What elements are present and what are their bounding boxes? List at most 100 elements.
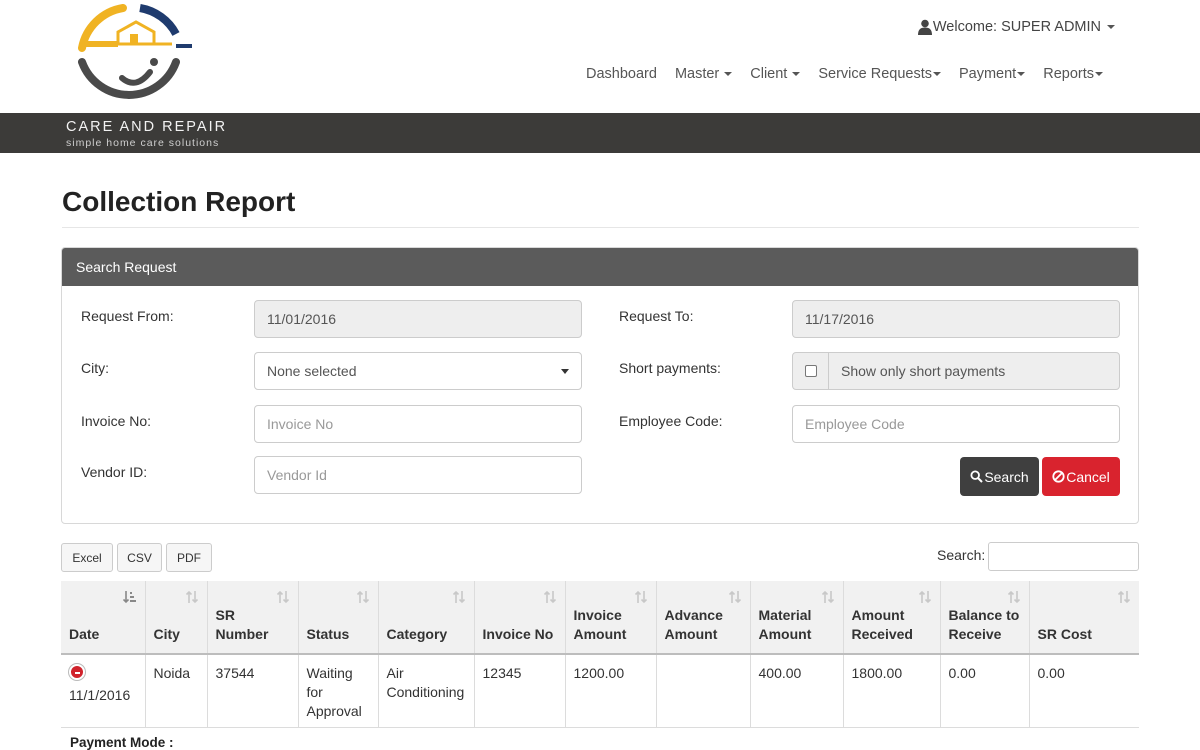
chevron-down-icon (1017, 72, 1026, 76)
company-logo[interactable] (64, 0, 244, 113)
col-label: SR Number (215, 607, 269, 642)
cell-sr-cost: 0.00 (1029, 654, 1139, 728)
chevron-down-icon (792, 72, 801, 76)
col-label: SR Cost (1037, 626, 1092, 642)
col-label: Amount Received (851, 607, 913, 642)
table-search-input[interactable] (988, 542, 1139, 571)
col-header-sr-cost[interactable]: SR Cost (1029, 581, 1139, 655)
request-from-label: Request From: (81, 308, 174, 324)
search-button-label: Search (984, 468, 1029, 485)
col-header-status[interactable]: Status (298, 581, 379, 655)
col-header-balance-to-receive[interactable]: Balance to Receive (940, 581, 1030, 655)
search-icon (970, 470, 984, 483)
pdf-export-button[interactable]: PDF (166, 543, 212, 572)
col-header-category[interactable]: Category (378, 581, 475, 655)
city-label: City: (81, 360, 109, 376)
employee-code-placeholder: Employee Code (805, 416, 905, 432)
cell-invoice-no: 12345 (474, 654, 566, 728)
city-select[interactable]: None selected (254, 352, 582, 390)
csv-export-button[interactable]: CSV (117, 543, 162, 572)
nav-label: Service Requests (818, 66, 932, 82)
nav-service-requests[interactable]: Service Requests (809, 66, 950, 82)
invoice-no-label: Invoice No: (81, 413, 152, 429)
search-panel: Search Request Request From: 11/01/2016 … (61, 247, 1139, 524)
short-payments-checkbox[interactable] (804, 365, 817, 377)
request-to-value: 11/17/2016 (805, 311, 875, 327)
request-to-field[interactable]: 11/17/2016 (792, 300, 1120, 338)
sort-icon (452, 590, 465, 604)
nav-payment[interactable]: Payment (950, 66, 1034, 82)
chevron-down-icon (932, 72, 941, 76)
welcome-text: Welcome: SUPER ADMIN (932, 19, 1101, 35)
chevron-down-icon (1095, 72, 1103, 76)
nav-reports[interactable]: Reports (1034, 66, 1112, 82)
payment-mode-label: Payment Mode : (70, 735, 174, 750)
chevron-down-icon (561, 369, 569, 374)
sort-icon (185, 590, 198, 604)
employee-code-input[interactable]: Employee Code (792, 405, 1120, 443)
cell-status: Waiting for Approval (298, 654, 379, 728)
cell-city: Noida (145, 654, 208, 728)
sort-icon (1117, 590, 1131, 604)
collapse-row-icon[interactable] (69, 664, 85, 680)
col-header-material-amount[interactable]: Material Amount (750, 581, 844, 655)
chevron-down-icon (724, 72, 733, 76)
col-label: Date (69, 626, 100, 642)
chevron-down-icon (1107, 25, 1115, 29)
employee-code-label: Employee Code: (619, 413, 723, 429)
cell-sr-number: 37544 (207, 654, 299, 728)
vendor-id-label: Vendor ID: (81, 464, 148, 480)
vendor-id-placeholder: Vendor Id (267, 467, 327, 483)
cell-amount-received: 1800.00 (843, 654, 941, 728)
sort-icon (356, 590, 369, 604)
user-menu[interactable]: Welcome: SUPER ADMIN (917, 19, 1115, 35)
invoice-no-input[interactable]: Invoice No (254, 405, 582, 443)
panel-heading: Search Request (62, 248, 1138, 286)
col-header-advance-amount[interactable]: Advance Amount (656, 581, 751, 655)
nav-client[interactable]: Client (741, 66, 809, 82)
col-label: Balance to Receive (948, 607, 1020, 642)
brand-title: CARE AND REPAIR (66, 119, 228, 135)
sort-icon (276, 590, 289, 604)
cell-invoice-amount: 1200.00 (565, 654, 657, 728)
nav-label: Reports (1043, 66, 1094, 82)
col-header-invoice-no[interactable]: Invoice No (474, 581, 566, 655)
main-nav: Dashboard Master Client Service Requests… (577, 66, 1112, 82)
sort-icon (821, 590, 834, 604)
sort-icon (918, 590, 931, 604)
col-label: Invoice No (482, 626, 554, 642)
divider (62, 227, 1139, 228)
nav-master[interactable]: Master (666, 66, 741, 82)
table-search-label: Search: (937, 547, 986, 563)
cell-text: 11/1/2016 (69, 687, 131, 703)
page-title: Collection Report (62, 186, 296, 217)
request-from-field[interactable]: 11/01/2016 (254, 300, 582, 338)
col-header-date[interactable]: Date (61, 581, 146, 655)
city-select-value: None selected (267, 363, 357, 379)
request-from-value: 11/01/2016 (267, 311, 337, 327)
nav-label: Master (674, 66, 720, 82)
nav-dashboard[interactable]: Dashboard (577, 66, 666, 82)
col-header-sr-number[interactable]: SR Number (207, 581, 299, 655)
search-button[interactable]: Search (960, 457, 1039, 496)
col-header-invoice-amount[interactable]: Invoice Amount (565, 581, 657, 655)
col-label: Invoice Amount (573, 607, 627, 642)
collection-table: Date City SR Number Status Category Invo… (61, 581, 1139, 728)
brand-tagline: simple home care solutions (66, 137, 220, 149)
col-header-city[interactable]: City (145, 581, 208, 655)
top-header: Welcome: SUPER ADMIN Dashboard Master Cl… (0, 0, 1200, 113)
cell-advance-amount (656, 654, 751, 728)
sort-icon (728, 590, 741, 604)
vendor-id-input[interactable]: Vendor Id (254, 456, 582, 494)
cancel-button-label: Cancel (1066, 468, 1110, 485)
sort-icon (634, 590, 647, 604)
table-header-row: Date City SR Number Status Category Invo… (61, 581, 1139, 655)
ban-icon (1052, 470, 1065, 483)
logo-icon (78, 4, 192, 99)
user-icon (917, 19, 932, 35)
col-header-amount-received[interactable]: Amount Received (843, 581, 941, 655)
cancel-button[interactable]: Cancel (1042, 457, 1120, 496)
col-label: City (153, 626, 180, 642)
excel-export-button[interactable]: Excel (61, 543, 113, 572)
request-to-label: Request To: (619, 308, 694, 324)
